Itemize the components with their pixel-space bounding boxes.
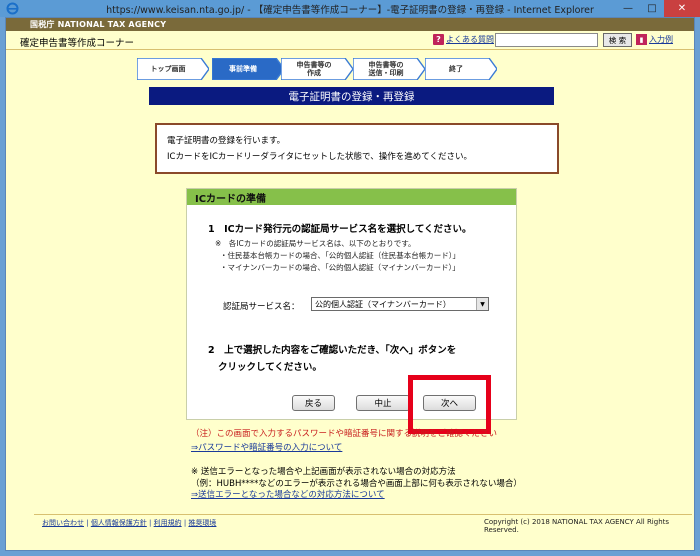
footer-env-link[interactable]: 推奨環境 [188, 519, 216, 527]
password-help-link[interactable]: ⇒パスワードや暗証番号の入力について [191, 441, 342, 453]
note-line: ・住民基本台帳カードの場合、「公的個人認証（住民基本台帳カード）」 [220, 251, 460, 260]
question-icon: ? [433, 34, 444, 45]
back-button[interactable]: 戻る [292, 395, 335, 411]
step-prep: 事前準備 [212, 58, 284, 80]
step-top: トップ画面 [137, 58, 209, 80]
password-warning: （注）この画面で入力するパスワードや暗証番号に関する説明をご確認ください [191, 429, 498, 439]
footer-terms-link[interactable]: 利用規約 [154, 519, 182, 527]
agency-logo[interactable]: 国税庁 NATIONAL TAX AGENCY [30, 19, 166, 30]
error-help-link[interactable]: ⇒送信エラーとなった場合などの対応方法について [191, 490, 522, 502]
step-label: トップ画面 [150, 65, 186, 73]
search-input[interactable] [495, 33, 598, 47]
error-note-line: ※ 送信エラーとなった場合や上記画面が表示されない場合の対応方法 [191, 467, 456, 477]
question-2-line: クリックしてください。 [218, 362, 322, 373]
cert-service-value: 公的個人認証（マイナンバーカード） [315, 299, 451, 309]
step-label: 申告書等の 作成 [296, 61, 332, 77]
entry-example-link[interactable]: ▮ 入力例 [636, 34, 673, 45]
step-create: 申告書等の 作成 [281, 58, 353, 80]
error-help-block: ※ 送信エラーとなった場合や上記画面が表示されない場合の対応方法 （例：HUBH… [191, 467, 522, 502]
chevron-down-icon[interactable]: ▼ [476, 298, 488, 310]
next-button-highlight [408, 375, 491, 434]
question-2: 2 上で選択した内容をご確認いただき、「次へ」ボタンを クリックしてください。 [208, 342, 456, 376]
agency-bar: 国税庁 NATIONAL TAX AGENCY [6, 18, 694, 31]
step-end: 終了 [425, 58, 497, 80]
instruction-box: 電子証明書の登録を行います。 ICカードをICカードリーダライタにセットした状態… [155, 123, 559, 174]
question-1: 1 ICカード発行元の認証局サービス名を選択してください。 [208, 224, 472, 235]
page-title: 電子証明書の登録・再登録 [149, 87, 554, 105]
service-name-note: ※ 各ICカードの認証局サービス名は、以下のとおりです。 ・住民基本台帳カードの… [215, 238, 460, 274]
window-titlebar: https://www.keisan.nta.go.jp/ - 【確定申告書等作… [0, 0, 700, 17]
close-button[interactable]: ✕ [664, 0, 700, 17]
stop-button[interactable]: 中止 [356, 395, 410, 411]
cert-service-label: 認証局サービス名： [223, 302, 300, 312]
progress-steps: トップ画面 事前準備 申告書等の 作成 申告書等の 送信・印刷 終了 [137, 58, 497, 80]
book-icon: ▮ [636, 34, 647, 45]
site-header: 確定申告書等作成コーナー ? よくある質問 検 索 ▮ 入力例 [6, 31, 694, 50]
search-button[interactable]: 検 索 [603, 33, 632, 47]
entry-example-label[interactable]: 入力例 [649, 34, 673, 45]
site-name: 確定申告書等作成コーナー [20, 38, 135, 49]
instruction-line: ICカードをICカードリーダライタにセットした状態で、操作を進めてください。 [167, 152, 472, 162]
panel-heading: ICカードの準備 [187, 189, 516, 205]
step-label: 事前準備 [229, 65, 257, 73]
maximize-button[interactable]: □ [640, 0, 664, 17]
minimize-button[interactable]: — [616, 0, 640, 17]
instruction-line: 電子証明書の登録を行います。 [167, 136, 286, 146]
step-label: 申告書等の 送信・印刷 [368, 61, 404, 77]
footer-divider [34, 514, 692, 515]
error-note-line: （例：HUBH****などのエラーが表示される場合や画面上部に何も表示されない場… [191, 478, 522, 489]
question-2-line: 2 上で選択した内容をご確認いただき、「次へ」ボタンを [208, 345, 457, 356]
note-line: ※ 各ICカードの認証局サービス名は、以下のとおりです。 [215, 239, 416, 248]
browser-content: 国税庁 NATIONAL TAX AGENCY 確定申告書等作成コーナー ? よ… [5, 17, 695, 551]
footer-links: お問い合わせ | 個人情報保護方針 | 利用規約 | 推奨環境 [42, 519, 217, 527]
step-label: 終了 [449, 65, 463, 73]
window-title: https://www.keisan.nta.go.jp/ - 【確定申告書等作… [106, 5, 594, 16]
faq-link[interactable]: ? よくある質問 [433, 34, 494, 45]
step-send: 申告書等の 送信・印刷 [353, 58, 425, 80]
faq-label[interactable]: よくある質問 [446, 34, 494, 45]
copyright: Copyright (c) 2018 NATIONAL TAX AGENCY A… [484, 518, 670, 534]
footer-contact-link[interactable]: お問い合わせ [42, 519, 84, 527]
note-line: ・マイナンバーカードの場合、「公的個人認証（マイナンバーカード）」 [220, 263, 460, 272]
footer-privacy-link[interactable]: 個人情報保護方針 [91, 519, 147, 527]
cert-service-select[interactable]: 公的個人認証（マイナンバーカード） ▼ [311, 297, 489, 311]
